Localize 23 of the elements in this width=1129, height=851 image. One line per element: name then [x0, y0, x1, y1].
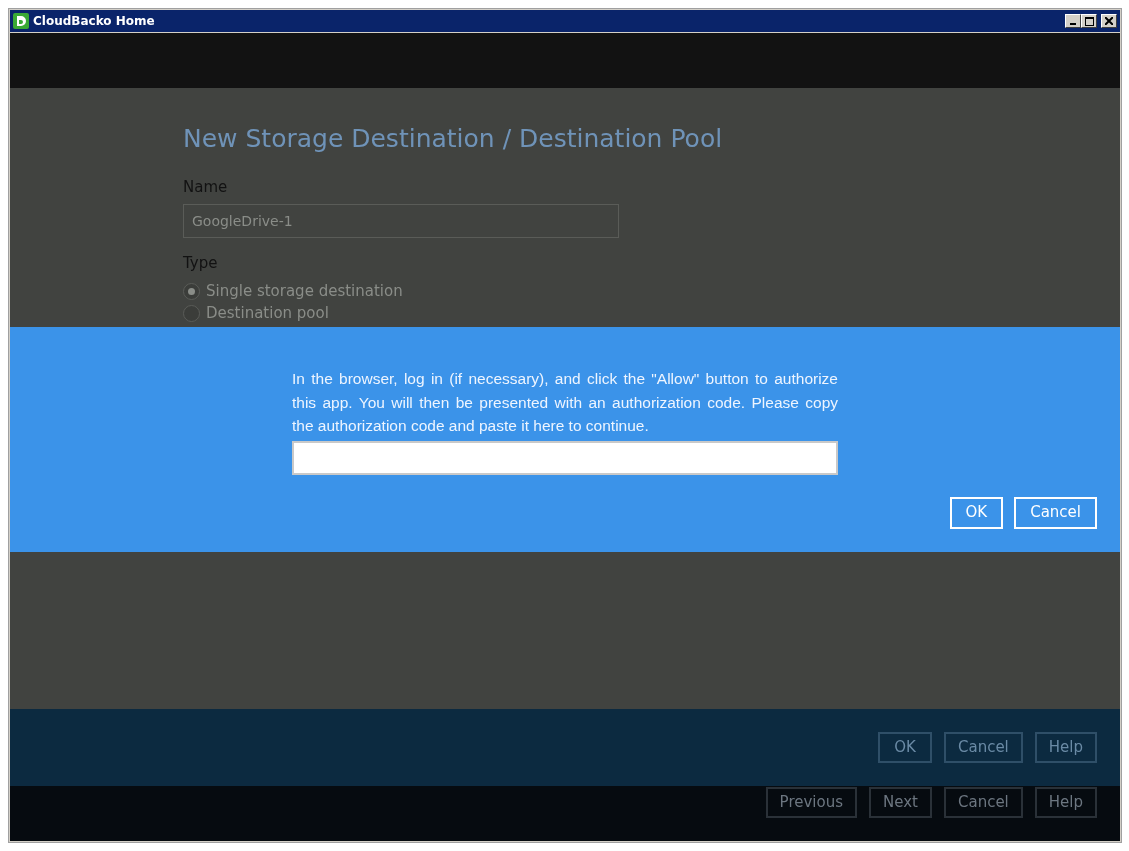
- radio-button[interactable]: [183, 283, 200, 300]
- dialog-button[interactable]: OK: [949, 496, 1004, 529]
- app-logo-icon: [13, 13, 29, 29]
- radio-label: Destination pool: [206, 303, 329, 325]
- nav-button[interactable]: Cancel: [943, 787, 1023, 818]
- close-button[interactable]: [1101, 14, 1117, 28]
- dialog-button[interactable]: OK: [877, 732, 932, 763]
- window-title: CloudBacko Home: [33, 14, 155, 28]
- maximize-icon: [1084, 16, 1094, 26]
- radio-button[interactable]: [183, 305, 200, 322]
- dialog-button[interactable]: Cancel: [1014, 496, 1097, 529]
- minimize-button[interactable]: [1065, 14, 1081, 28]
- nav-button[interactable]: Previous: [765, 787, 857, 818]
- dialog-message: In the browser, log in (if necessary), and click the "Allow" button to authorize this app. You will then be presented with an authorization code. Please copy the authorization code and paste it here to continue.: [292, 369, 838, 436]
- dialog-button[interactable]: Cancel: [943, 732, 1023, 763]
- maximize-button[interactable]: [1081, 14, 1097, 28]
- nav-button[interactable]: Help: [1034, 787, 1097, 818]
- page-title: New Storage Destination / Destination Pool: [183, 123, 724, 155]
- authorization-code-field[interactable]: [292, 440, 838, 475]
- dialog-button[interactable]: Help: [1034, 732, 1097, 763]
- close-icon: [1105, 17, 1113, 25]
- radio-label: Single storage destination: [206, 281, 403, 303]
- nav-button[interactable]: Next: [869, 787, 932, 818]
